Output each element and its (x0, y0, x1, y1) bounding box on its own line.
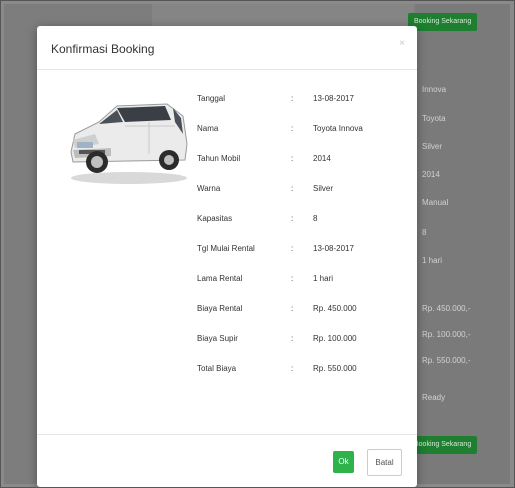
detail-row-lama-rental: Lama Rental : 1 hari (37, 274, 417, 288)
background-value: Rp. 450.000,- (422, 304, 471, 313)
detail-row-biaya-rental: Biaya Rental : Rp. 450.000 (37, 304, 417, 318)
cancel-button[interactable]: Batal (367, 449, 402, 476)
modal-footer: Ok Batal (37, 434, 417, 487)
detail-separator: : (291, 244, 294, 253)
background-value: Rp. 100.000,- (422, 330, 471, 339)
detail-label: Tahun Mobil (197, 154, 241, 163)
detail-separator: : (291, 304, 294, 313)
detail-row-tgl-mulai-rental: Tgl Mulai Rental : 13-08-2017 (37, 244, 417, 258)
detail-row-tahun-mobil: Tahun Mobil : 2014 (37, 154, 417, 168)
detail-separator: : (291, 214, 294, 223)
detail-separator: : (291, 94, 294, 103)
booking-confirmation-modal: Konfirmasi Booking × Tanggal : 13-08-201… (37, 26, 417, 487)
detail-label: Kapasitas (197, 214, 233, 223)
detail-row-kapasitas: Kapasitas : 8 (37, 214, 417, 228)
detail-value: Rp. 550.000 (313, 364, 357, 373)
detail-separator: : (291, 154, 294, 163)
background-value: Ready (422, 393, 446, 402)
detail-value: 13-08-2017 (313, 94, 354, 103)
detail-value: Toyota Innova (313, 124, 363, 133)
detail-row-total-biaya: Total Biaya : Rp. 550.000 (37, 364, 417, 378)
detail-value: Rp. 100.000 (313, 334, 357, 343)
detail-separator: : (291, 184, 294, 193)
background-booking-button-bottom[interactable]: Booking Sekarang (408, 436, 478, 454)
modal-header: Konfirmasi Booking × (37, 26, 417, 70)
detail-row-warna: Warna : Silver (37, 184, 417, 198)
detail-label: Biaya Supir (197, 334, 238, 343)
background-value: Manual (422, 198, 449, 207)
background-value: Toyota (422, 114, 446, 123)
detail-label: Warna (197, 184, 221, 193)
background-value: Innova (422, 85, 447, 94)
detail-row-biaya-supir: Biaya Supir : Rp. 100.000 (37, 334, 417, 348)
detail-separator: : (291, 334, 294, 343)
detail-label: Biaya Rental (197, 304, 243, 313)
detail-row-tanggal: Tanggal : 13-08-2017 (37, 94, 417, 108)
background-value: 8 (422, 228, 427, 237)
detail-value: Rp. 450.000 (313, 304, 357, 313)
modal-title: Konfirmasi Booking (51, 42, 155, 56)
detail-value: 8 (313, 214, 318, 223)
detail-label: Nama (197, 124, 219, 133)
background-booking-button[interactable]: Booking Sekarang (408, 13, 478, 31)
background-value: 1 hari (422, 256, 443, 265)
detail-value: 1 hari (313, 274, 334, 283)
detail-label: Total Biaya (197, 364, 237, 373)
detail-value: Silver (313, 184, 334, 193)
background-value: 2014 (422, 170, 440, 179)
detail-separator: : (291, 124, 294, 133)
detail-label: Lama Rental (197, 274, 243, 283)
detail-label: Tgl Mulai Rental (197, 244, 255, 253)
detail-separator: : (291, 364, 294, 373)
detail-value: 13-08-2017 (313, 244, 354, 253)
background-sidebar (416, 4, 510, 484)
detail-row-nama: Nama : Toyota Innova (37, 124, 417, 138)
ok-button[interactable]: Ok (333, 451, 354, 473)
background-value: Silver (422, 142, 443, 151)
screenshot-frame: Booking Sekarang Booking Sekarang Innova… (0, 0, 515, 488)
detail-value: 2014 (313, 154, 331, 163)
detail-label: Tanggal (197, 94, 226, 103)
detail-separator: : (291, 274, 294, 283)
close-icon[interactable]: × (399, 38, 405, 49)
background-value: Rp. 550.000,- (422, 356, 471, 365)
